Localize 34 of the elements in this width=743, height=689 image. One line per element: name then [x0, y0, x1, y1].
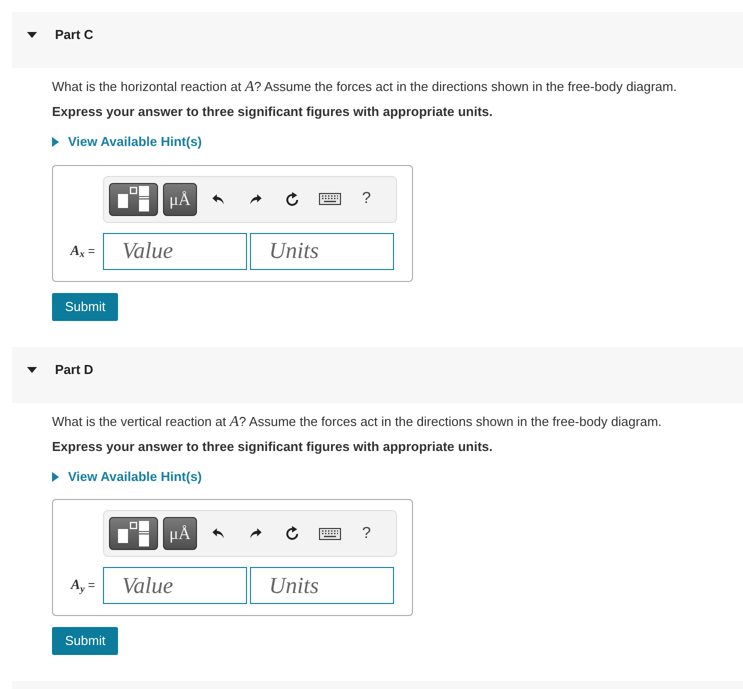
- template-icon: [118, 186, 149, 212]
- value-field[interactable]: Value: [103, 232, 247, 270]
- submit-button[interactable]: Submit: [52, 292, 118, 320]
- part-title: Part D: [55, 362, 94, 378]
- instruction-text: Express your answer to three significant figures with appropriate units.: [52, 103, 494, 121]
- units-button[interactable]: μÅ: [163, 182, 197, 216]
- instruction-text: Express your answer to three significant figures with appropriate units.: [52, 438, 494, 456]
- part-header[interactable]: Part C: [12, 12, 743, 68]
- units-field[interactable]: Units: [250, 567, 394, 604]
- templates-button[interactable]: [109, 517, 158, 550]
- hint-link[interactable]: View Available Hint(s): [52, 466, 202, 486]
- part-header[interactable]: Part D: [12, 346, 743, 402]
- reset-icon: [285, 526, 300, 541]
- redo-icon: [249, 527, 262, 540]
- question-text: What is the horizontal reaction at A? Assume the forces act in the directions shown in the free-body diagram.: [52, 78, 678, 97]
- undo-icon: [212, 527, 225, 540]
- keyboard-icon: [318, 193, 340, 205]
- undo-icon: [212, 192, 225, 206]
- submit-button[interactable]: Submit: [52, 627, 118, 655]
- hint-link[interactable]: View Available Hint(s): [52, 132, 202, 152]
- templates-button[interactable]: [109, 182, 158, 216]
- question-text: What is the vertical reaction at A? Assume the forces act in the directions shown in the free-body diagram.: [52, 412, 663, 432]
- answer-label: A$_{y}$ =: [69, 577, 96, 596]
- help-button[interactable]: ?: [348, 517, 385, 550]
- units-field[interactable]: Units: [250, 232, 394, 270]
- help-button[interactable]: ?: [348, 182, 385, 216]
- keyboard-icon: [318, 528, 340, 540]
- answer-label: A$_{x}$ =: [68, 242, 96, 262]
- units-button[interactable]: μÅ: [163, 517, 197, 550]
- redo-icon: [249, 192, 262, 206]
- value-field[interactable]: Value: [103, 567, 247, 604]
- part-title: Part C: [55, 27, 94, 43]
- template-icon: [118, 520, 149, 546]
- reset-icon: [285, 192, 300, 206]
